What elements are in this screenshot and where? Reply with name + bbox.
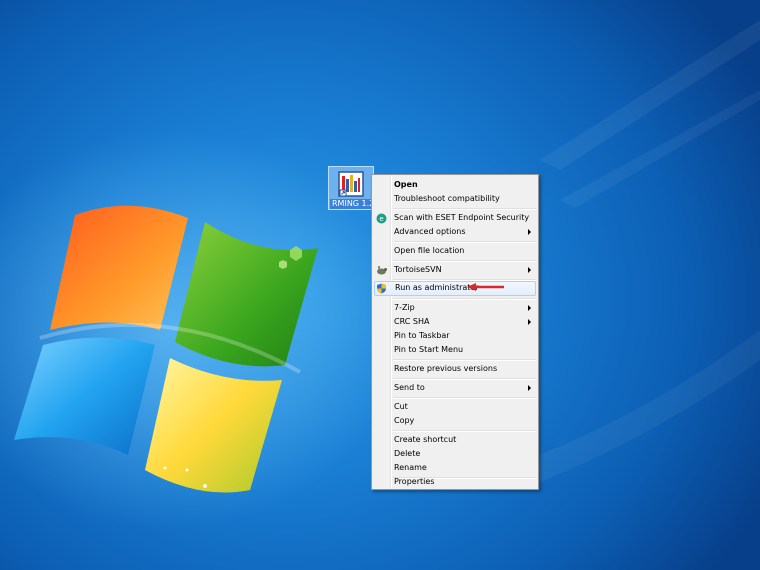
menu-item-pin-to-start-menu[interactable]: Pin to Start Menu xyxy=(374,343,536,357)
menu-item-label: Cut xyxy=(394,402,408,411)
menu-separator xyxy=(393,378,536,380)
menu-item-advanced-options[interactable]: Advanced options xyxy=(374,225,536,239)
desktop-icon-label: RMING 1.24 xyxy=(330,199,374,209)
menu-item-label: Send to xyxy=(394,383,425,392)
menu-item-label: 7-Zip xyxy=(394,303,415,312)
submenu-arrow-icon xyxy=(528,305,531,311)
menu-separator xyxy=(393,241,536,243)
menu-item-delete[interactable]: Delete xyxy=(374,447,536,461)
menu-item-label: Open xyxy=(394,180,418,189)
eset-icon: e xyxy=(376,213,387,224)
submenu-arrow-icon xyxy=(528,319,531,325)
menu-item-label: TortoiseSVN xyxy=(394,265,442,274)
menu-item-label: Create shortcut xyxy=(394,435,457,444)
rming-app-icon xyxy=(338,171,364,197)
uac-shield-icon xyxy=(377,283,386,294)
menu-item-troubleshoot-compatibility[interactable]: Troubleshoot compatibility xyxy=(374,192,536,206)
menu-separator xyxy=(393,359,536,361)
menu-item-restore-previous-versions[interactable]: Restore previous versions xyxy=(374,362,536,376)
menu-item-label: Advanced options xyxy=(394,227,466,236)
menu-separator xyxy=(393,430,536,432)
menu-item-crc-sha[interactable]: CRC SHA xyxy=(374,315,536,329)
menu-item-label: Copy xyxy=(394,416,415,425)
menu-item-send-to[interactable]: Send to xyxy=(374,381,536,395)
menu-item-create-shortcut[interactable]: Create shortcut xyxy=(374,433,536,447)
menu-item-label: Properties xyxy=(394,477,435,486)
menu-separator xyxy=(393,397,536,399)
menu-item-run-as-administrator[interactable]: Run as administrator xyxy=(374,281,536,296)
menu-item-open-file-location[interactable]: Open file location xyxy=(374,244,536,258)
submenu-arrow-icon xyxy=(528,267,531,273)
menu-separator xyxy=(393,260,536,262)
menu-item-7zip[interactable]: 7-Zip xyxy=(374,301,536,315)
submenu-arrow-icon xyxy=(528,385,531,391)
menu-item-label: Troubleshoot compatibility xyxy=(394,194,500,203)
menu-item-label: Rename xyxy=(394,463,427,472)
menu-item-tortoisesvn[interactable]: TortoiseSVN xyxy=(374,263,536,277)
menu-item-label: Delete xyxy=(394,449,421,458)
red-arrow-icon xyxy=(467,283,504,291)
desktop[interactable]: RMING 1.24 Open Troubleshoot compatibili… xyxy=(0,0,760,570)
context-menu: Open Troubleshoot compatibility e Scan w… xyxy=(371,174,539,490)
menu-item-label: Pin to Start Menu xyxy=(394,345,464,354)
menu-item-copy[interactable]: Copy xyxy=(374,414,536,428)
menu-item-properties[interactable]: Properties xyxy=(374,474,536,488)
menu-item-cut[interactable]: Cut xyxy=(374,400,536,414)
menu-item-label: Open file location xyxy=(394,246,465,255)
menu-item-label: Restore previous versions xyxy=(394,364,498,373)
svg-text:e: e xyxy=(379,215,383,223)
menu-item-label: Pin to Taskbar xyxy=(394,331,450,340)
menu-item-label: CRC SHA xyxy=(394,317,430,326)
menu-item-label: Scan with ESET Endpoint Security xyxy=(394,213,530,222)
menu-item-scan-eset[interactable]: e Scan with ESET Endpoint Security xyxy=(374,211,536,225)
menu-separator xyxy=(393,298,536,300)
menu-item-rename[interactable]: Rename xyxy=(374,461,536,475)
desktop-shortcut-rming[interactable]: RMING 1.24 xyxy=(328,166,374,210)
tortoise-svn-icon xyxy=(377,266,387,275)
submenu-arrow-icon xyxy=(528,229,531,235)
menu-item-open[interactable]: Open xyxy=(374,178,536,192)
menu-item-pin-to-taskbar[interactable]: Pin to Taskbar xyxy=(374,329,536,343)
menu-separator xyxy=(393,208,536,210)
